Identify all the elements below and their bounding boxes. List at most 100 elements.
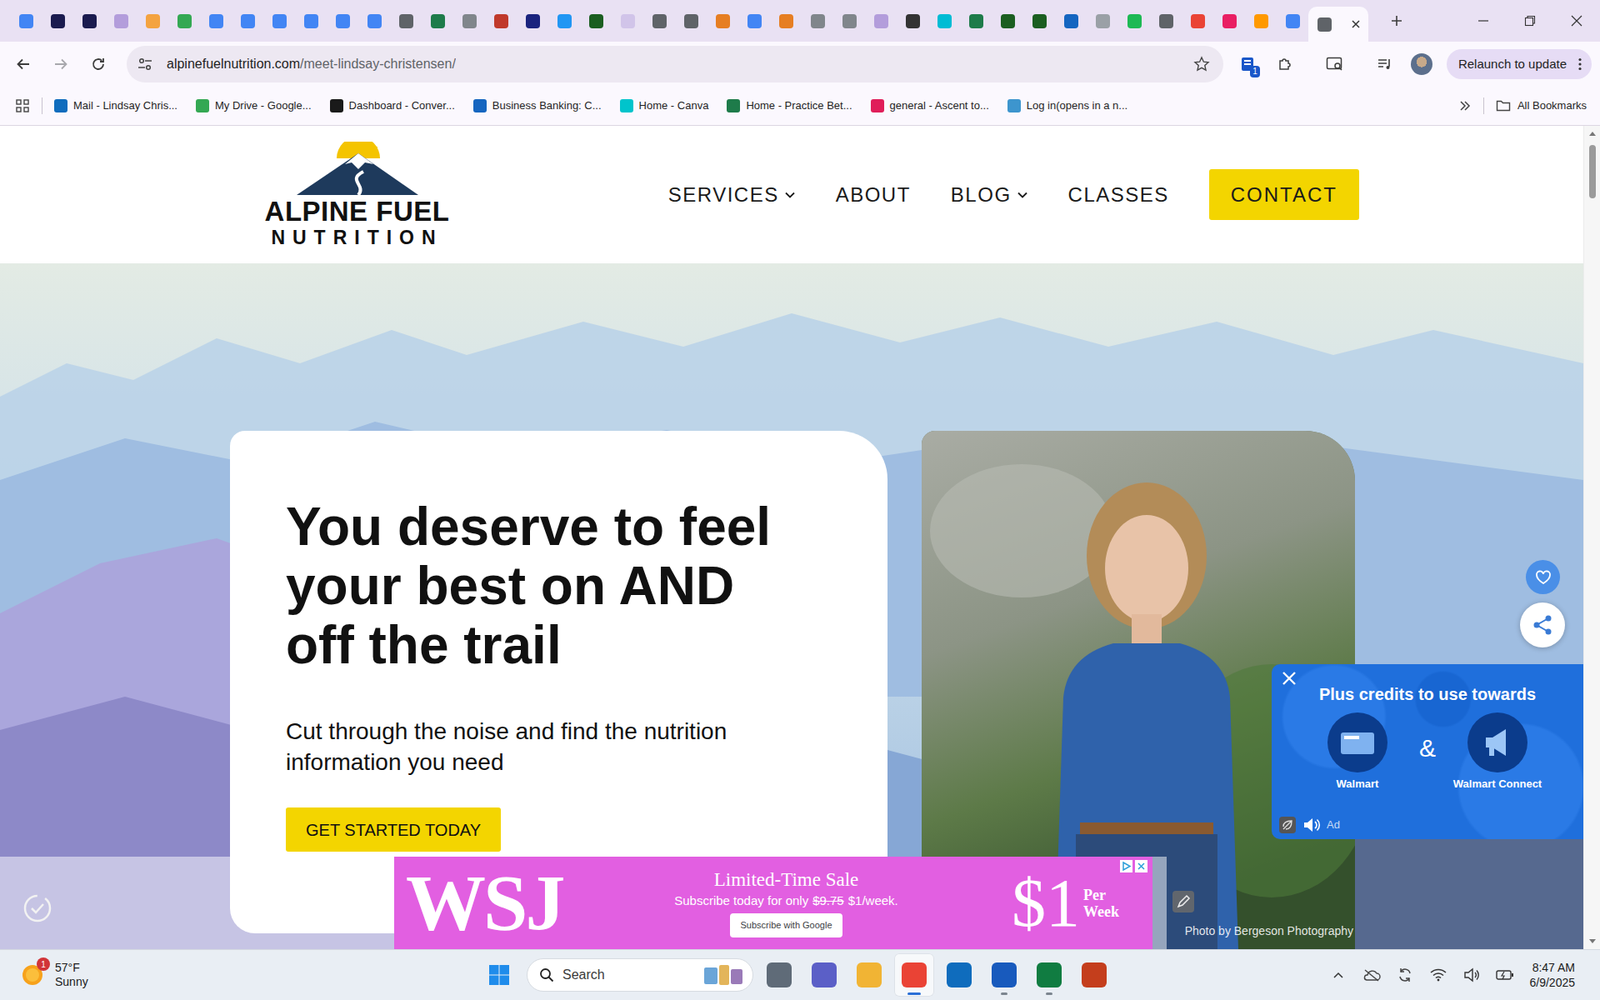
browser-tab[interactable] — [421, 0, 454, 42]
bookmark-label[interactable]: general - Ascent to... — [890, 97, 990, 115]
nav-item[interactable]: BLOG — [950, 180, 1029, 210]
browser-tab[interactable] — [960, 0, 992, 42]
browser-tab[interactable] — [1213, 0, 1245, 42]
browser-tab[interactable] — [263, 0, 295, 42]
volume-button[interactable] — [1456, 958, 1487, 992]
nav-item[interactable]: ABOUT — [835, 180, 911, 210]
bookmark-label[interactable]: Business Banking: C... — [492, 97, 602, 115]
tab-search-button[interactable] — [1316, 45, 1354, 83]
walmart-ad-title[interactable]: Plus credits to use towards — [1271, 664, 1584, 705]
browser-tab[interactable] — [1055, 0, 1087, 42]
browser-tab[interactable] — [1118, 0, 1150, 42]
taskbar-search[interactable]: Search — [526, 958, 754, 992]
browser-tab[interactable] — [833, 0, 865, 42]
start-button[interactable] — [481, 955, 517, 995]
browser-tab[interactable] — [770, 0, 802, 42]
forward-button[interactable] — [41, 41, 80, 87]
logo-line-2[interactable]: NUTRITION — [270, 226, 443, 249]
wsj-ad[interactable]: WSJ Limited-Time Sale Subscribe today fo… — [394, 856, 1153, 950]
walmart-ad-item[interactable]: Walmart Connect — [1447, 710, 1548, 793]
wifi-button[interactable] — [1423, 958, 1454, 992]
browser-tab[interactable] — [738, 0, 770, 42]
bookmark-item[interactable]: Home - Practice Bet... — [726, 97, 852, 115]
walmart-ad-label[interactable]: Walmart Connect — [1453, 775, 1542, 793]
subscribe-with-google-button[interactable]: Subscribe with Google — [730, 913, 842, 938]
share-button[interactable] — [1520, 602, 1565, 648]
relaunch-label[interactable]: Relaunch to update — [1458, 55, 1567, 75]
browser-tab[interactable] — [1276, 0, 1309, 42]
ad-leaf-icon[interactable] — [1278, 815, 1297, 835]
browser-tab[interactable] — [453, 0, 485, 42]
browser-tab[interactable] — [41, 0, 74, 42]
browser-tab[interactable] — [580, 0, 612, 42]
browser-tab[interactable] — [896, 0, 929, 42]
close-tab-icon[interactable] — [1350, 19, 1361, 30]
sync-button[interactable] — [1390, 958, 1420, 992]
clock-time[interactable]: 8:47 AM — [1530, 960, 1576, 975]
more-bookmarks-icon[interactable] — [1458, 99, 1472, 113]
weather-widget[interactable]: 1 57°F Sunny — [0, 960, 482, 990]
address-bar[interactable]: alpinefuelnutrition.com/meet-lindsay-chr… — [126, 45, 1224, 83]
bookmark-label[interactable]: Log in(opens in a n... — [1026, 97, 1128, 115]
bookmark-item[interactable]: Business Banking: C... — [473, 97, 602, 115]
url-path[interactable]: /meet-lindsay-christensen/ — [300, 56, 456, 71]
browser-tab[interactable] — [928, 0, 960, 42]
url-domain[interactable]: alpinefuelnutrition.com — [166, 56, 300, 71]
browser-tab[interactable] — [991, 0, 1024, 42]
taskbar-app[interactable] — [939, 953, 980, 997]
taskbar-app[interactable] — [984, 953, 1025, 997]
browser-tab[interactable] — [200, 0, 232, 42]
relaunch-button[interactable]: Relaunch to update — [1446, 49, 1592, 80]
taskbar-app[interactable] — [849, 953, 890, 997]
browser-tab[interactable] — [1245, 0, 1277, 42]
url-text[interactable]: alpinefuelnutrition.com/meet-lindsay-chr… — [166, 54, 456, 75]
browser-tab[interactable] — [358, 0, 390, 42]
browser-tab[interactable] — [1023, 0, 1055, 42]
bookmark-item[interactable]: Mail - Lindsay Chris... — [54, 97, 178, 115]
search-placeholder[interactable]: Search — [562, 965, 605, 985]
onedrive-button[interactable] — [1356, 958, 1387, 992]
clock[interactable]: 8:47 AM 6/9/2025 — [1530, 960, 1576, 990]
ad-feedback-icon[interactable] — [1172, 890, 1195, 913]
browser-tab[interactable] — [706, 0, 739, 42]
close-window-button[interactable] — [1553, 0, 1600, 42]
nav-label[interactable]: BLOG — [950, 180, 1012, 210]
weather-temperature[interactable]: 57°F — [55, 960, 89, 975]
all-bookmarks-label[interactable]: All Bookmarks — [1517, 97, 1587, 115]
apps-grid-icon[interactable] — [15, 98, 30, 114]
nav-item[interactable]: CLASSES — [1068, 180, 1170, 210]
bookmark-star-icon[interactable] — [1193, 55, 1210, 73]
close-ad-icon[interactable] — [1135, 860, 1148, 873]
wsj-headline[interactable]: Limited-Time Sale — [714, 868, 860, 892]
browser-tab[interactable] — [1181, 0, 1214, 42]
media-button[interactable] — [1366, 45, 1404, 83]
taskbar-app[interactable] — [1074, 953, 1115, 997]
bookmark-label[interactable]: Dashboard - Conver... — [349, 97, 455, 115]
bookmark-item[interactable]: Home - Canva — [620, 97, 710, 115]
restore-button[interactable] — [1506, 0, 1554, 42]
bookmark-label[interactable]: Home - Practice Bet... — [745, 97, 852, 115]
extensions-button[interactable] — [1266, 45, 1304, 83]
browser-tab[interactable] — [1086, 0, 1119, 42]
browser-tab[interactable] — [548, 0, 580, 42]
browser-tab[interactable] — [801, 0, 834, 42]
new-tab-button[interactable] — [1380, 0, 1414, 42]
taskbar-app[interactable] — [894, 953, 935, 997]
tray-overflow-button[interactable] — [1323, 958, 1354, 992]
scroll-up-icon[interactable] — [1584, 129, 1600, 138]
back-button[interactable] — [4, 41, 42, 87]
bookmark-item[interactable]: general - Ascent to... — [870, 97, 990, 115]
browser-tab[interactable] — [643, 0, 675, 42]
walmart-ad-label[interactable]: Walmart — [1336, 775, 1380, 793]
browser-tab[interactable] — [675, 0, 707, 42]
browser-tab[interactable] — [73, 0, 105, 42]
get-started-button[interactable]: GET STARTED TODAY — [285, 807, 501, 852]
nav-label[interactable]: ABOUT — [835, 180, 911, 210]
bookmark-label[interactable]: My Drive - Google... — [215, 97, 312, 115]
check-circle-icon[interactable] — [22, 893, 53, 924]
favorite-button[interactable] — [1525, 560, 1560, 595]
nav-label[interactable]: SERVICES — [668, 180, 780, 210]
walmart-ad-item[interactable]: Walmart — [1307, 710, 1408, 793]
site-info-icon[interactable] — [136, 55, 154, 73]
site-logo[interactable]: ALPINE FUEL NUTRITION — [265, 141, 450, 249]
